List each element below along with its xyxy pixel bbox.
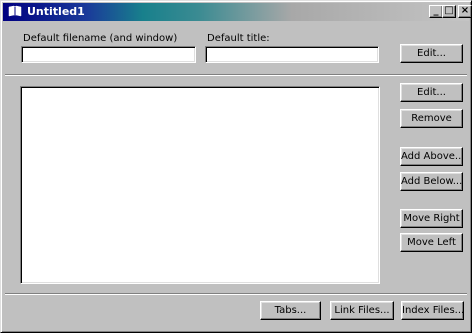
remove-button[interactable]: Remove — [400, 109, 463, 128]
default-filename-input[interactable] — [21, 46, 196, 63]
close-icon: × — [460, 5, 470, 16]
book-icon — [8, 5, 22, 17]
bottom-separator — [5, 293, 467, 295]
window-title: Untitled1 — [27, 5, 85, 18]
entries-list[interactable] — [20, 86, 380, 284]
tabs-button[interactable]: Tabs... — [260, 301, 321, 320]
title-bar[interactable]: Untitled1 _ □ × — [3, 3, 472, 21]
add-above-button[interactable]: Add Above... — [400, 147, 463, 166]
minimize-button[interactable]: _ — [429, 5, 443, 18]
minimize-icon: _ — [433, 5, 439, 16]
edit-defaults-button[interactable]: Edit... — [400, 44, 463, 63]
close-button[interactable]: × — [458, 5, 472, 18]
index-files-button[interactable]: Index Files... — [401, 301, 464, 320]
default-title-input[interactable] — [205, 46, 379, 63]
default-title-label: Default title: — [207, 33, 270, 44]
edit-button[interactable]: Edit... — [400, 83, 463, 102]
move-left-button[interactable]: Move Left — [400, 233, 463, 252]
top-separator — [5, 74, 467, 76]
maximize-icon: □ — [444, 5, 454, 16]
maximize-button[interactable]: □ — [442, 5, 456, 18]
main-window: Untitled1 _ □ × Default filename (and wi… — [0, 0, 472, 333]
move-right-button[interactable]: Move Right — [400, 209, 463, 228]
default-filename-label: Default filename (and window) — [23, 33, 178, 44]
link-files-button[interactable]: Link Files... — [330, 301, 394, 320]
add-below-button[interactable]: Add Below... — [400, 172, 463, 191]
